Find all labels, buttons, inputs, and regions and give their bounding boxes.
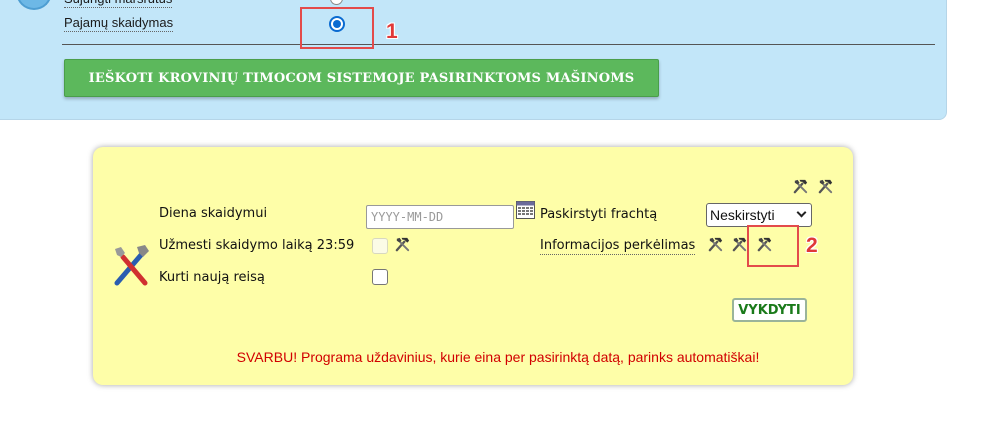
merge-routes-label: Sujungti maršrutus: [64, 0, 173, 8]
hammer-icon[interactable]: [393, 235, 412, 254]
annotation-box-2: [747, 225, 799, 267]
split-date-input[interactable]: [366, 205, 514, 229]
chevron-down-icon: [796, 207, 807, 218]
set-time-checkbox[interactable]: [372, 238, 388, 254]
tools-icon: [114, 245, 149, 286]
calendar-icon[interactable]: [516, 201, 535, 219]
freight-select-value: Neskirstyti: [710, 207, 775, 223]
new-trip-checkbox[interactable]: [372, 269, 388, 285]
split-date-label: Diena skaidymui: [159, 206, 268, 221]
hammer-icon[interactable]: [791, 177, 810, 196]
set-time-label: Užmesti skaidymo laiką 23:59: [159, 238, 355, 253]
search-timocom-button[interactable]: IEŠKOTI KROVINIŲ TIMOCOM SISTEMOJE PASIR…: [64, 59, 659, 97]
annotation-box-1: [300, 7, 374, 49]
run-button[interactable]: VYKDYTI: [732, 298, 807, 322]
hammer-icon[interactable]: [706, 235, 725, 254]
new-trip-label: Kurti naują reisą: [159, 270, 265, 285]
divider: [62, 44, 935, 45]
warning-text: SVARBU! Programa uždavinius, kurie eina …: [236, 349, 760, 365]
income-split-label: Pajamų skaidymas: [64, 15, 174, 32]
freight-label: Paskirstyti frachtą: [540, 207, 658, 222]
transfer-label: Informacijos perkėlimas: [540, 238, 696, 255]
freight-select[interactable]: Neskirstyti: [706, 203, 812, 227]
hammer-icon[interactable]: [816, 177, 835, 196]
annotation-number-2: 2: [806, 234, 818, 257]
annotation-number-1: 1: [386, 20, 398, 43]
